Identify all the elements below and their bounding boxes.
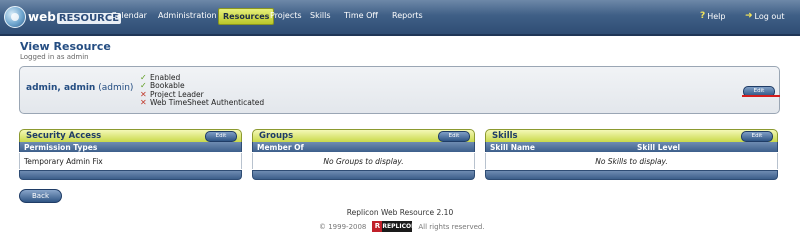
replicon-logo-text: REPLICON [382, 223, 417, 230]
nav-time-off[interactable]: Time Off [344, 11, 378, 20]
logout-label: Log out [754, 11, 785, 21]
top-nav-bar: web RESOURCE Calendar Administration Reso… [0, 0, 800, 36]
column-permission-types: Permission Types [24, 143, 98, 152]
column-header: Skill Name Skill Level [485, 142, 778, 152]
question-mark-icon: ? [700, 11, 706, 21]
skills-panel: Skills Edit Skill Name Skill Level No Sk… [485, 129, 778, 180]
page-title: View Resource [20, 40, 111, 53]
footer-product-version: Replicon Web Resource 2.10 [346, 208, 454, 217]
nav-projects[interactable]: Projects [270, 11, 302, 20]
column-header: Permission Types [19, 142, 242, 152]
resource-status-list: ✓ Enabled ✓ Bookable ✕ Project Leader ✕ … [140, 72, 265, 108]
page-subtitle: Logged in as admin [20, 53, 89, 61]
nav-resources[interactable]: Resources [218, 8, 275, 25]
copyright-years: © 1999-2008 [319, 222, 367, 231]
nav-calendar[interactable]: Calendar [111, 11, 147, 20]
column-header: Member Of [252, 142, 475, 152]
back-button[interactable]: Back [19, 189, 62, 203]
resource-summary-panel: admin, admin (admin) ✓ Enabled ✓ Bookabl… [19, 66, 780, 114]
cross-icon: ✕ [140, 98, 147, 108]
resource-login: (admin) [98, 83, 134, 93]
edit-groups-button[interactable]: Edit [438, 131, 470, 142]
empty-message: No Skills to display. [595, 157, 668, 166]
app-logo[interactable]: web RESOURCE [4, 6, 122, 28]
replicon-logo-mark-icon: R [372, 221, 383, 232]
empty-row: No Skills to display. [485, 153, 778, 169]
section-title: Skills [492, 131, 518, 141]
section-footer [485, 170, 778, 180]
replicon-logo[interactable]: R REPLICON [372, 221, 416, 232]
status-bookable: ✓ Bookable [140, 81, 185, 91]
logout-link[interactable]: ➜ Log out [745, 11, 784, 21]
section-footer [19, 170, 242, 180]
column-skill-name: Skill Name [490, 143, 535, 152]
nav-administration[interactable]: Administration [158, 11, 217, 20]
help-link[interactable]: ? Help [700, 11, 725, 21]
section-title: Security Access [26, 131, 102, 141]
groups-panel: Groups Edit Member Of No Groups to displ… [252, 129, 475, 180]
empty-row: No Groups to display. [252, 153, 475, 169]
arrow-exit-icon: ➜ [745, 11, 753, 21]
status-enabled: ✓ Enabled [140, 72, 181, 82]
resource-full-name: admin, admin [26, 83, 96, 93]
status-project-leader: ✕ Project Leader [140, 89, 204, 99]
security-access-panel: Security Access Edit Permission Types Te… [19, 129, 242, 180]
rights-text: All rights reserved. [418, 222, 485, 231]
column-member-of: Member Of [257, 143, 304, 152]
edit-skills-button[interactable]: Edit [741, 131, 773, 142]
help-label: Help [707, 11, 726, 21]
table-row: Temporary Admin Fix [19, 153, 242, 169]
logo-globe-icon [4, 6, 26, 28]
section-title: Groups [259, 131, 294, 141]
permission-value: Temporary Admin Fix [24, 157, 103, 166]
edit-security-button[interactable]: Edit [205, 131, 237, 142]
edit-highlight-underline [742, 95, 780, 97]
section-footer [252, 170, 475, 180]
resource-name: admin, admin (admin) [26, 83, 133, 93]
nav-skills[interactable]: Skills [310, 11, 331, 20]
status-web-timesheet: ✕ Web TimeSheet Authenticated [140, 98, 265, 108]
column-skill-level: Skill Level [637, 143, 681, 152]
section-header: Skills [485, 129, 778, 143]
logo-text-web: web [28, 10, 56, 24]
footer-copyright: © 1999-2008 R REPLICON All rights reserv… [319, 221, 485, 232]
empty-message: No Groups to display. [323, 157, 404, 166]
nav-reports[interactable]: Reports [392, 11, 423, 20]
